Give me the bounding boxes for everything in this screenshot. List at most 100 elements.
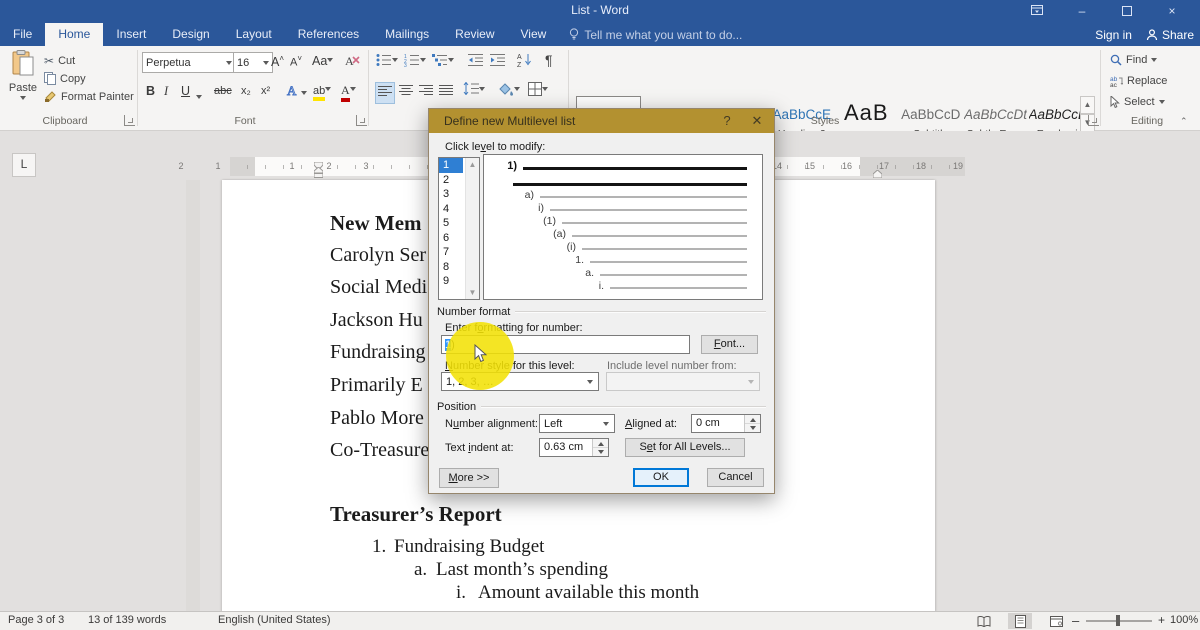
- ribbon-display-options-button[interactable]: [1017, 0, 1057, 23]
- tab-mailings[interactable]: Mailings: [372, 23, 442, 46]
- text-indent-spinner[interactable]: 0.63 cm: [539, 438, 609, 457]
- cut-button[interactable]: ✂ Cut: [44, 54, 75, 68]
- share-button[interactable]: Share: [1146, 28, 1194, 42]
- tab-insert[interactable]: Insert: [103, 23, 159, 46]
- level-option-9[interactable]: 9: [439, 274, 463, 289]
- bullets-button[interactable]: [376, 53, 398, 72]
- borders-button[interactable]: [528, 82, 548, 101]
- level-option-5[interactable]: 5: [439, 216, 463, 231]
- grow-font-button[interactable]: A˄: [271, 54, 284, 69]
- strikethrough-button[interactable]: abc: [214, 85, 232, 97]
- clipboard-dialog-launcher[interactable]: [124, 115, 135, 126]
- level-list-scrollbar[interactable]: ▲ ▼: [465, 158, 479, 299]
- font-button[interactable]: Font...: [701, 335, 758, 354]
- cancel-button[interactable]: Cancel: [707, 468, 764, 487]
- underline-button[interactable]: U: [181, 84, 190, 98]
- justify-button[interactable]: [439, 83, 453, 101]
- level-option-2[interactable]: 2: [439, 173, 463, 188]
- sign-in-link[interactable]: Sign in: [1095, 28, 1132, 42]
- styles-dialog-launcher[interactable]: [1088, 115, 1099, 126]
- word-count[interactable]: 13 of 139 words: [88, 614, 166, 626]
- level-option-6[interactable]: 6: [439, 231, 463, 246]
- ruler-number: 2: [326, 161, 331, 171]
- sort-button[interactable]: AZ: [517, 52, 533, 70]
- select-button[interactable]: Select: [1110, 96, 1165, 108]
- tab-view[interactable]: View: [508, 23, 560, 46]
- text-effects-button[interactable]: A: [285, 83, 307, 101]
- shading-button[interactable]: [498, 82, 520, 101]
- spin-down-icon[interactable]: [593, 447, 608, 456]
- tab-home[interactable]: Home: [45, 23, 103, 46]
- language-indicator[interactable]: English (United States): [218, 614, 331, 626]
- tab-stop-selector[interactable]: L: [12, 153, 36, 177]
- level-option-7[interactable]: 7: [439, 245, 463, 260]
- scroll-down-icon[interactable]: ▼: [466, 286, 479, 299]
- dialog-close-button[interactable]: ✕: [742, 109, 772, 133]
- bold-button[interactable]: B: [146, 84, 155, 98]
- gallery-up-button[interactable]: ▲: [1080, 96, 1095, 114]
- collapse-ribbon-button[interactable]: ⌃: [1180, 116, 1188, 127]
- superscript-button[interactable]: x²: [261, 85, 270, 97]
- zoom-in-button[interactable]: +: [1158, 613, 1165, 627]
- set-for-all-levels-button[interactable]: Set for All Levels...: [625, 438, 745, 457]
- zoom-out-button[interactable]: –: [1072, 613, 1079, 628]
- aligned-at-spinner[interactable]: 0 cm: [691, 414, 761, 433]
- pilcrow-button[interactable]: ¶: [545, 52, 553, 68]
- print-layout-button[interactable]: [1008, 613, 1032, 629]
- italic-button[interactable]: I: [164, 84, 168, 99]
- page-indicator[interactable]: Page 3 of 3: [8, 614, 64, 626]
- tab-file[interactable]: File: [0, 23, 45, 46]
- increase-indent-button[interactable]: [490, 53, 505, 72]
- spin-up-icon[interactable]: [593, 439, 608, 447]
- line-spacing-button[interactable]: [463, 82, 485, 100]
- paste-button[interactable]: Paste: [8, 50, 38, 108]
- align-right-button[interactable]: [419, 83, 433, 101]
- numbering-icon: 123: [404, 53, 420, 67]
- align-center-button[interactable]: [399, 83, 413, 101]
- level-option-4[interactable]: 4: [439, 202, 463, 217]
- combo-arrow: [581, 373, 598, 390]
- zoom-slider-thumb[interactable]: [1116, 615, 1120, 626]
- tab-review[interactable]: Review: [442, 23, 507, 46]
- replace-button[interactable]: abac Replace: [1110, 75, 1167, 87]
- spin-down-icon[interactable]: [745, 423, 760, 432]
- level-option-3[interactable]: 3: [439, 187, 463, 202]
- copy-button[interactable]: Copy: [44, 72, 86, 85]
- format-painter-button[interactable]: Format Painter: [44, 90, 134, 103]
- spin-up-icon[interactable]: [745, 415, 760, 423]
- read-mode-button[interactable]: [972, 613, 996, 629]
- font-dialog-launcher[interactable]: [356, 115, 367, 126]
- change-case-button[interactable]: Aa: [312, 54, 333, 68]
- find-button[interactable]: Find: [1110, 54, 1157, 66]
- font-size-combo[interactable]: 16: [233, 52, 273, 73]
- doc-text-line: Pablo More: [330, 407, 424, 430]
- ok-button[interactable]: OK: [633, 468, 689, 487]
- subscript-button[interactable]: x₂: [241, 85, 251, 97]
- dialog-help-button[interactable]: ?: [712, 109, 742, 133]
- minimize-button[interactable]: –: [1062, 0, 1102, 23]
- ruler-number: 16: [842, 161, 852, 171]
- font-color-button[interactable]: A: [341, 83, 356, 102]
- clear-formatting-button[interactable]: A: [345, 54, 360, 71]
- shrink-font-button[interactable]: A˅: [290, 54, 302, 69]
- highlight-button[interactable]: ab: [313, 83, 331, 101]
- numbering-button[interactable]: 123: [404, 53, 426, 72]
- more-button[interactable]: More >>: [439, 468, 499, 488]
- align-left-button[interactable]: [375, 82, 395, 104]
- web-layout-button[interactable]: [1044, 613, 1068, 629]
- zoom-level[interactable]: 100%: [1170, 614, 1198, 626]
- underline-dropdown-arrow[interactable]: [196, 95, 202, 102]
- close-button[interactable]: ×: [1152, 0, 1192, 23]
- tab-design[interactable]: Design: [159, 23, 222, 46]
- restore-button[interactable]: [1107, 0, 1147, 23]
- tab-references[interactable]: References: [285, 23, 372, 46]
- font-name-combo[interactable]: Perpetua: [142, 52, 236, 73]
- tab-layout[interactable]: Layout: [223, 23, 285, 46]
- level-option-8[interactable]: 8: [439, 260, 463, 275]
- number-alignment-combo[interactable]: Left: [539, 414, 615, 433]
- decrease-indent-button[interactable]: [468, 53, 483, 72]
- level-option-1[interactable]: 1: [439, 158, 463, 173]
- tell-me-box[interactable]: Tell me what you want to do...: [559, 23, 752, 46]
- scroll-up-icon[interactable]: ▲: [466, 158, 479, 171]
- multilevel-list-button[interactable]: [432, 53, 454, 72]
